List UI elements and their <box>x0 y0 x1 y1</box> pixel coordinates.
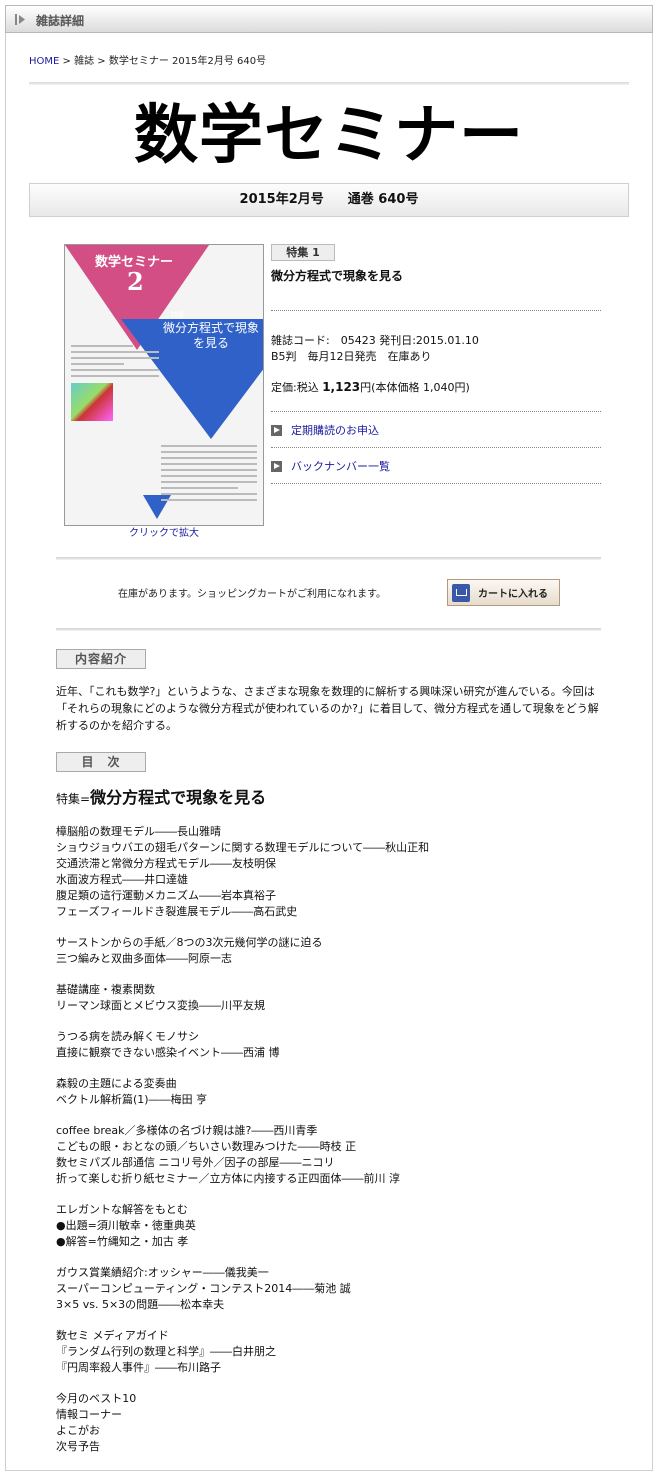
toc-line: 数セミパズル部通信 ニコリ号外／因子の部屋――ニコリ <box>56 1156 335 1169</box>
table-of-contents: 特集=微分方程式で現象を見る 樟脳船の数理モデル――長山雅晴ショウジョウバエの翅… <box>56 784 616 1470</box>
dotted-divider <box>271 483 601 484</box>
price: 定価:税込 1,123円(本体価格 1,040円) <box>271 379 601 395</box>
toc-line: 3×5 vs. 5×3の問題――松本幸夫 <box>56 1298 225 1311</box>
price-amount: 1,123 <box>322 380 361 394</box>
toc-group: coffee break／多様体の名づけ親は誰?――西川青季こどもの眼・おとなの… <box>56 1123 616 1187</box>
cover-text-lines <box>161 445 257 505</box>
toc-groups: 樟脳船の数理モデル――長山雅晴ショウジョウバエの翅毛パターンに関する数理モデルに… <box>56 824 616 1455</box>
breadcrumb-separator: > <box>97 56 106 67</box>
cover-illustration <box>71 383 113 421</box>
toc-group: 数セミ メディアガイド『ランダム行列の数理と科学』――白井朋之 『円周率殺人事件』… <box>56 1328 616 1376</box>
toc-line: ベクトル解析篇(1)――梅田 亨 <box>56 1093 208 1106</box>
toc-line: ガウス賞業績紹介:オッシャー――儀我美一 <box>56 1266 269 1279</box>
add-to-cart-button[interactable]: カートに入れる <box>447 579 560 606</box>
toc-line: 『円周率殺人事件』――布川路子 <box>56 1361 221 1374</box>
toc-group: うつる病を読み解くモノサシ直接に観察できない感染イベント――西浦 博 <box>56 1029 616 1061</box>
breadcrumb: HOME > 雑誌 > 数学セミナー 2015年2月号 640号 <box>29 52 266 67</box>
toc-line: 折って楽しむ折り紙セミナー／立方体に内接する正四面体――前川 淳 <box>56 1172 400 1185</box>
toc-line: 腹足類の這行運動メカニズム――岩本真裕子 <box>56 889 276 902</box>
enlarge-link[interactable]: クリックで拡大 <box>64 524 264 539</box>
price-suffix: 円(本体価格 1,040円) <box>360 381 470 394</box>
cover-image[interactable]: 数学セミナー 2 特集 微分方程式で現象を見る <box>64 244 264 526</box>
toc-line: エレガントな解答をもとむ <box>56 1203 188 1216</box>
price-prefix: 定価:税込 <box>271 381 323 394</box>
dotted-divider <box>271 411 601 412</box>
play-arrow-icon <box>271 460 282 472</box>
toc-line: こどもの眼・おとなの頭／ちいさい数理みつけた――時枝 正 <box>56 1140 357 1153</box>
toc-line: 水面波方程式――井口達雄 <box>56 873 188 886</box>
toc-line: coffee break／多様体の名づけ親は誰?――西川青季 <box>56 1124 318 1137</box>
subscribe-link-label: 定期購読のお申込 <box>291 424 379 437</box>
page-header-bar: 雑誌詳細 <box>5 5 653 33</box>
toc-line: 数セミ メディアガイド <box>56 1329 169 1342</box>
divider <box>56 628 601 631</box>
backnumber-link-label: バックナンバー一覧 <box>291 460 390 473</box>
toc-feature-title: 微分方程式で現象を見る <box>90 788 267 807</box>
toc-line: 情報コーナー <box>56 1408 122 1421</box>
cover-special-label: 特集 <box>171 311 185 319</box>
toc-group: エレガントな解答をもとむ ●出題=須川敏幸・徳重典英 ●解答=竹縄知之・加古 孝 <box>56 1202 616 1250</box>
divider <box>29 82 629 85</box>
toc-group: サーストンからの手紙／8つの3次元幾何学の謎に迫る 三つ編みと双曲多面体――阿原一… <box>56 935 616 967</box>
dotted-divider <box>271 310 601 311</box>
toc-line: 今月のベスト10 <box>56 1392 137 1405</box>
cover-text-lines <box>71 345 159 381</box>
toc-group: 森毅の主題による変奏曲ベクトル解析篇(1)――梅田 亨 <box>56 1076 616 1108</box>
subscribe-link[interactable]: 定期購読のお申込 <box>271 422 601 438</box>
stock-message: 在庫があります。ショッピングカートがご利用になれます。 <box>118 589 386 600</box>
toc-line: ●出題=須川敏幸・徳重典英 <box>56 1219 196 1232</box>
issue-info: 特集 1 微分方程式で現象を見る 雑誌コード: 05423 発刊日:2015.0… <box>271 244 601 484</box>
cart-icon <box>452 583 470 602</box>
triangle-bullet-icon <box>15 14 25 25</box>
cover-special-title: 微分方程式で現象を見る <box>162 321 259 350</box>
toc-line: 基礎講座・複素関数 <box>56 983 155 996</box>
toc-line: ●解答=竹縄知之・加古 孝 <box>56 1235 189 1248</box>
backnumber-link[interactable]: バックナンバー一覧 <box>271 458 601 474</box>
issue-bar: 2015年2月号 通巻 640号 <box>29 183 629 217</box>
divider <box>56 557 601 560</box>
toc-line: 次号予告 <box>56 1440 100 1453</box>
breadcrumb-current: 数学セミナー 2015年2月号 640号 <box>108 56 267 67</box>
page-header-title: 雑誌詳細 <box>36 14 85 28</box>
breadcrumb-magazines: 雑誌 <box>74 56 95 67</box>
toc-group: 今月のベスト10 情報コーナー よこがお次号予告 <box>56 1391 616 1455</box>
toc-section-label: 目 次 <box>56 752 146 772</box>
add-to-cart-label: カートに入れる <box>478 589 548 600</box>
issue-date: 2015年2月号 <box>239 192 324 207</box>
toc-line: 交通渋滞と常微分方程式モデル――友枝明保 <box>56 857 276 870</box>
toc-line: よこがお <box>56 1424 100 1437</box>
toc-line: うつる病を読み解くモノサシ <box>56 1030 199 1043</box>
toc-line: サーストンからの手紙／8つの3次元幾何学の謎に迫る <box>56 936 323 949</box>
toc-line: 森毅の主題による変奏曲 <box>56 1077 177 1090</box>
breadcrumb-home-link[interactable]: HOME <box>29 56 59 67</box>
magazine-code-line: 雑誌コード: 05423 発刊日:2015.01.10 <box>271 334 479 347</box>
toc-line: リーマン球面とメビウス変換――川平友規 <box>56 999 265 1012</box>
toc-line: スーパーコンピューティング・コンテスト2014――菊池 誠 <box>56 1282 351 1295</box>
magazine-logo: 数学セミナー <box>134 98 524 173</box>
toc-group: 基礎講座・複素関数リーマン球面とメビウス変換――川平友規 <box>56 982 616 1014</box>
toc-feature-heading: 特集=微分方程式で現象を見る <box>56 784 616 808</box>
feature-tag: 特集 1 <box>271 244 335 261</box>
toc-line: 三つ編みと双曲多面体――阿原一志 <box>56 952 232 965</box>
toc-group: 樟脳船の数理モデル――長山雅晴ショウジョウバエの翅毛パターンに関する数理モデルに… <box>56 824 616 920</box>
toc-line: 『ランダム行列の数理と科学』――白井朋之 <box>56 1345 276 1358</box>
toc-group: ガウス賞業績紹介:オッシャー――儀我美一スーパーコンピューティング・コンテスト2… <box>56 1265 616 1313</box>
toc-line: 樟脳船の数理モデル――長山雅晴 <box>56 825 221 838</box>
feature-title: 微分方程式で現象を見る <box>271 269 404 283</box>
issue-number: 通巻 640号 <box>347 192 419 207</box>
toc-line: 直接に観察できない感染イベント――西浦 博 <box>56 1046 280 1059</box>
play-arrow-icon <box>271 424 282 436</box>
cover-number: 2 <box>127 267 144 296</box>
toc-line: ショウジョウバエの翅毛パターンに関する数理モデルについて――秋山正和 <box>56 841 430 854</box>
format-line: B5判 毎月12日発売 在庫あり <box>271 350 432 363</box>
intro-section-label: 内容紹介 <box>56 649 146 669</box>
breadcrumb-separator: > <box>62 56 71 67</box>
intro-text: 近年、「これも数学?」というような、さまざまな現象を数理的に解析する興味深い研究… <box>56 685 599 732</box>
dotted-divider <box>271 447 601 448</box>
toc-feature-prefix: 特集= <box>56 792 91 806</box>
toc-line: フェーズフィールドき裂進展モデル――高石武史 <box>56 905 298 918</box>
